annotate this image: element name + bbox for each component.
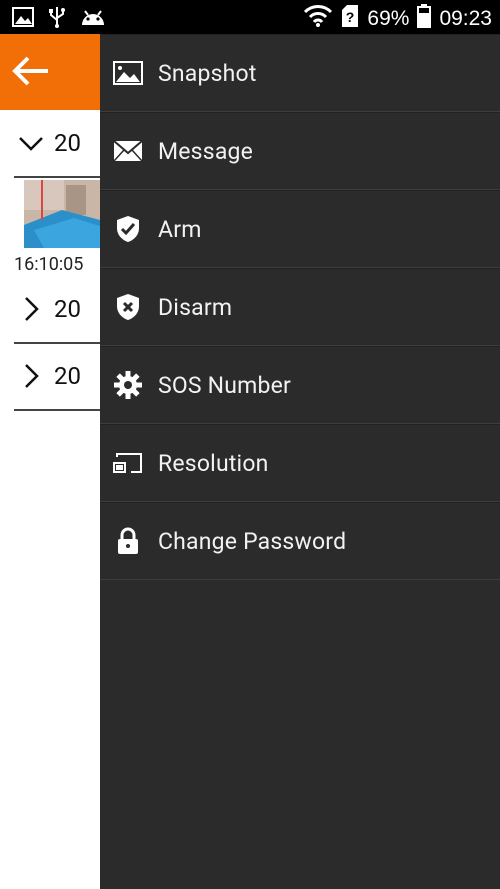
- date-group-row[interactable]: 20: [14, 343, 100, 411]
- menu-item-label: Resolution: [158, 449, 269, 477]
- date-group-row[interactable]: 20: [14, 276, 100, 344]
- date-group-label: 20: [54, 295, 81, 323]
- menu-item-label: Snapshot: [158, 59, 257, 87]
- gallery-notification-icon: [12, 7, 34, 31]
- battery-percent: 69%: [367, 7, 410, 30]
- date-group-label: 20: [54, 129, 81, 157]
- usb-icon: [48, 6, 66, 32]
- battery-icon: [417, 4, 432, 34]
- menu-item-arm[interactable]: Arm: [100, 190, 500, 268]
- lock-icon: [112, 525, 144, 557]
- app-toolbar: [0, 34, 100, 110]
- menu-item-disarm[interactable]: Disarm: [100, 268, 500, 346]
- menu-item-change-password[interactable]: Change Password: [100, 502, 500, 580]
- image-icon: [112, 57, 144, 89]
- thumbnail-timestamp: 16:10:05: [14, 254, 84, 275]
- clock: 09:23: [439, 7, 492, 30]
- snapshot-thumbnail[interactable]: [24, 180, 100, 248]
- menu-item-snapshot[interactable]: Snapshot: [100, 34, 500, 112]
- envelope-icon: [112, 135, 144, 167]
- menu-item-label: Disarm: [158, 293, 233, 321]
- menu-item-resolution[interactable]: Resolution: [100, 424, 500, 502]
- cast-screen-icon: [112, 447, 144, 479]
- svg-text:?: ?: [346, 9, 355, 25]
- back-arrow-icon[interactable]: [12, 54, 50, 92]
- status-bar: ? 69% 09:23: [0, 0, 500, 34]
- chevron-down-icon: [18, 130, 44, 156]
- navigation-drawer: Snapshot Message Arm Disarm SOS Number R…: [100, 34, 500, 889]
- wifi-icon: [303, 4, 333, 34]
- date-group-row[interactable]: 20: [14, 110, 100, 178]
- android-icon: [80, 7, 106, 31]
- shield-check-icon: [112, 213, 144, 245]
- gear-icon: [112, 369, 144, 401]
- date-group-label: 20: [54, 362, 81, 390]
- shield-x-icon: [112, 291, 144, 323]
- chevron-right-icon: [18, 363, 44, 389]
- sim-unknown-icon: ?: [341, 4, 359, 34]
- menu-item-label: Message: [158, 137, 254, 165]
- menu-item-label: Change Password: [158, 527, 347, 555]
- menu-item-message[interactable]: Message: [100, 112, 500, 190]
- chevron-right-icon: [18, 296, 44, 322]
- menu-item-label: Arm: [158, 215, 202, 243]
- menu-item-sos-number[interactable]: SOS Number: [100, 346, 500, 424]
- menu-item-label: SOS Number: [158, 371, 292, 399]
